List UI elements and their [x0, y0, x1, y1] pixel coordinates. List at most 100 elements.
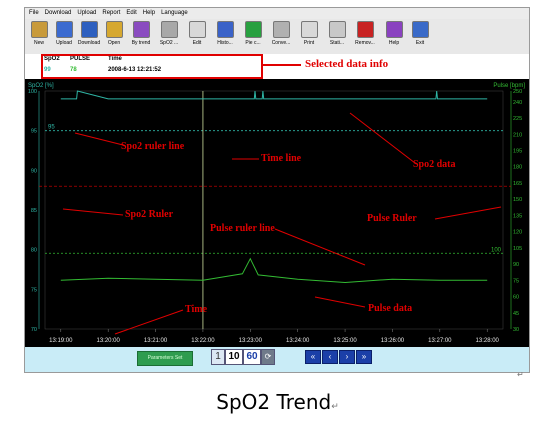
annotation-leader — [434, 206, 502, 220]
toolbar-label: Edit — [192, 40, 202, 46]
annotation-label: Spo2 ruler line — [121, 141, 185, 152]
annotation-label: Pulse ruler line — [210, 223, 275, 234]
toolbar-button-histogram[interactable]: Histo... — [213, 21, 237, 51]
menu-item-upload[interactable]: Upload — [77, 10, 96, 16]
pulse-tick-label: 180 — [513, 165, 522, 171]
toolbar-button-edit[interactable]: Edit — [185, 21, 209, 51]
menu-item-report[interactable]: Report — [102, 10, 120, 16]
trend-chart-svg[interactable]: SpO2 [%] Pulse [bpm]100959085807570250240… — [25, 79, 529, 347]
spo2-ruler-value: 95 — [48, 125, 55, 131]
spo2-tick-label: 90 — [31, 168, 37, 174]
toolbar-label: Pie c... — [245, 40, 261, 46]
statistics-icon — [328, 21, 346, 38]
toolbar-label: Print — [303, 40, 315, 46]
spo2-icon — [160, 21, 178, 38]
toolbar-label: Stati... — [329, 40, 345, 46]
toolbar-label: Upload — [56, 40, 72, 46]
pulse-tick-label: 195 — [513, 149, 522, 155]
plot-frame — [44, 90, 504, 330]
toolbar-button-statistics[interactable]: Stati... — [325, 21, 349, 51]
toolbar-button-trend[interactable]: By trend — [129, 21, 153, 51]
annotation-leader — [274, 228, 366, 266]
annotation-leader — [349, 112, 416, 164]
time-tick-label: 13:26:00 — [381, 338, 405, 344]
pulse-tick-label: 90 — [513, 262, 519, 268]
toolbar-button-download[interactable]: Download — [77, 21, 101, 51]
application-window: File Download Upload Report Edit Help Language… — [24, 7, 530, 373]
time-tick-label: 13:19:00 — [49, 338, 73, 344]
annotation-label: Pulse data — [368, 303, 412, 314]
pulse-tick-label: 225 — [513, 116, 522, 122]
help-icon — [385, 21, 403, 38]
pulse-tick-label: 165 — [513, 181, 522, 187]
upload-icon — [55, 21, 73, 38]
pulse-ruler-value: 100 — [491, 247, 502, 253]
convert-icon — [272, 21, 290, 38]
toolbar-label: Exit — [415, 40, 425, 46]
time-tick-label: 13:24:00 — [286, 338, 310, 344]
toolbar-label: Help — [388, 40, 400, 46]
open-icon — [105, 21, 123, 38]
spo2-tick-label: 80 — [31, 248, 37, 254]
toolbar-button-spo2[interactable]: SpO2 ... — [157, 21, 181, 51]
toolbar-button-pie-chart[interactable]: Pie c... — [241, 21, 265, 51]
pulse-tick-label: 210 — [513, 132, 522, 138]
pulse-tick-label: 135 — [513, 213, 522, 219]
previous-button[interactable]: ‹ — [322, 350, 338, 364]
toolbar-button-upload[interactable]: Upload — [52, 21, 76, 51]
selected-data-panel: SpO2 PULSE Time 99 78 2008-6-13 12:21:52… — [25, 54, 529, 79]
pulse-tick-label: 120 — [513, 230, 522, 236]
pulse-tick-label: 105 — [513, 246, 522, 252]
toolbar-label: Conve... — [271, 40, 291, 46]
menu-item-language[interactable]: Language — [161, 10, 188, 16]
annotation-label: Pulse Ruler — [367, 213, 417, 224]
annotation-leader — [114, 309, 184, 335]
new-icon — [30, 21, 48, 38]
zoom-1-button[interactable]: 1 — [211, 349, 225, 365]
menu-item-download[interactable]: Download — [45, 10, 72, 16]
pulse-tick-label: 240 — [513, 100, 522, 106]
next-button[interactable]: › — [339, 350, 355, 364]
toolbar-button-open[interactable]: Open — [102, 21, 126, 51]
print-icon — [300, 21, 318, 38]
pulse-tick-label: 30 — [513, 327, 519, 333]
bottom-control-bar: Parameters Set 1 10 60 ⟳ « ‹ › » — [25, 347, 529, 372]
spo2-tick-label: 95 — [31, 129, 37, 135]
spo2-tick-label: 85 — [31, 208, 37, 214]
histogram-icon — [216, 21, 234, 38]
series-line-spo2 — [60, 90, 488, 100]
menu-item-help[interactable]: Help — [143, 10, 155, 16]
menu-item-edit[interactable]: Edit — [126, 10, 136, 16]
pulse-tick-label: 45 — [513, 311, 519, 317]
toolbar-button-print[interactable]: Print — [297, 21, 321, 51]
exit-icon — [411, 21, 429, 38]
annotation-label: Time line — [261, 153, 302, 164]
selected-data-highlight — [41, 54, 263, 79]
trend-chart[interactable]: SpO2 [%] Pulse [bpm] 100 95 90 85 80 75 70 250 240… — [25, 79, 529, 347]
toolbar-button-convert[interactable]: Conve... — [269, 21, 293, 51]
download-icon — [80, 21, 98, 38]
parameters-set-button[interactable]: Parameters Set — [137, 351, 193, 366]
time-tick-label: 13:23:00 — [239, 338, 263, 344]
refresh-icon[interactable]: ⟳ — [261, 349, 275, 365]
spo2-tick-label: 75 — [31, 287, 37, 293]
toolbar-button-help[interactable]: Help — [382, 21, 406, 51]
toolbar-button-remove[interactable]: Remov... — [353, 21, 377, 51]
paragraph-mark-caption: ↵ — [331, 402, 339, 412]
last-page-button[interactable]: » — [356, 350, 372, 364]
edit-icon — [188, 21, 206, 38]
toolbar-label: Open — [107, 40, 121, 46]
zoom-10-button[interactable]: 10 — [225, 349, 243, 365]
zoom-60-button[interactable]: 60 — [243, 349, 261, 365]
first-page-button[interactable]: « — [305, 350, 321, 364]
pulse-tick-label: 250 — [513, 89, 522, 95]
toolbar-button-new[interactable]: New — [27, 21, 51, 51]
toolbar-label: Remov... — [355, 40, 375, 46]
pulse-tick-label: 150 — [513, 197, 522, 203]
menu-item-file[interactable]: File — [29, 10, 39, 16]
time-tick-label: 13:20:00 — [96, 338, 120, 344]
annotation-arrow — [261, 64, 301, 66]
annotation-leader — [314, 296, 366, 308]
toolbar-button-exit[interactable]: Exit — [408, 21, 432, 51]
remove-icon — [356, 21, 374, 38]
